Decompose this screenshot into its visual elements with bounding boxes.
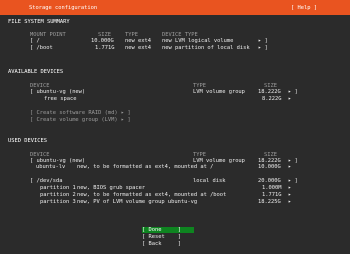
expand-arrow-icon[interactable]: ▸ [288,192,291,198]
device-size: 1.000M [262,185,282,191]
fs-device: new LVM logical volume [162,38,234,44]
fs-mount: [ / [30,38,40,44]
device-type: LVM volume group [193,89,245,95]
device-type: new, to be formatted as ext4, mounted at… [77,164,214,170]
reset-button[interactable]: [ Reset ] [142,234,194,240]
fs-type: new ext4 [125,38,151,44]
fs-size: 1.771G [95,45,115,51]
device-name: [ ubuntu-vg (new) [30,89,86,95]
available-devices-heading: AVAILABLE DEVICES [8,69,64,75]
fs-device: new partition of local disk [162,45,250,51]
device-name: [ /dev/sda [30,178,63,184]
device-name: ubuntu-lv [36,164,66,170]
done-button[interactable]: [ Done ] [142,227,194,233]
device-name: partition 2 [40,192,76,198]
device-type: new, PV of LVM volume group ubuntu-vg [77,199,198,205]
device-size: 18.222G [258,89,281,95]
fs-mount: [ /boot [30,45,53,51]
device-size: 18.225G [258,199,281,205]
used-devices-heading: USED DEVICES [8,138,47,144]
fs-size: 10.000G [91,38,114,44]
device-size: 8.222G [262,96,282,102]
create-raid-button[interactable]: [ Create software RAID (md) ▸ ] [30,110,131,116]
device-type: local disk [193,178,226,184]
expand-arrow-icon[interactable]: ▸ [288,185,291,191]
help-button[interactable]: [ Help ] [291,5,317,11]
expand-arrow-icon[interactable]: ▸ [288,164,291,170]
device-size: 20.000G [258,178,281,184]
header-bar: Storage configuration [ Help ] [0,0,350,15]
page-title: Storage configuration [29,5,98,11]
device-size: 1.771G [262,192,282,198]
device-type: new, BIOS grub spacer [77,185,146,191]
device-type: new, to be formatted as ext4, mounted at… [77,192,227,198]
expand-arrow-icon[interactable]: ▸ ] [288,178,298,184]
expand-arrow-icon[interactable]: ▸ ] [258,38,268,44]
device-name: free space [44,96,77,102]
expand-arrow-icon[interactable]: ▸ [288,96,291,102]
back-button[interactable]: [ Back ] [142,241,194,247]
fs-summary-heading: FILE SYSTEM SUMMARY [8,19,70,25]
expand-arrow-icon[interactable]: ▸ ] [258,45,268,51]
expand-arrow-icon[interactable]: ▸ [288,199,291,205]
create-volume-group-button[interactable]: [ Create volume group (LVM) ▸ ] [30,117,131,123]
fs-type: new ext4 [125,45,151,51]
device-name: partition 3 [40,199,76,205]
expand-arrow-icon[interactable]: ▸ ] [288,89,298,95]
device-name: partition 1 [40,185,76,191]
device-size: 10.000G [258,164,281,170]
